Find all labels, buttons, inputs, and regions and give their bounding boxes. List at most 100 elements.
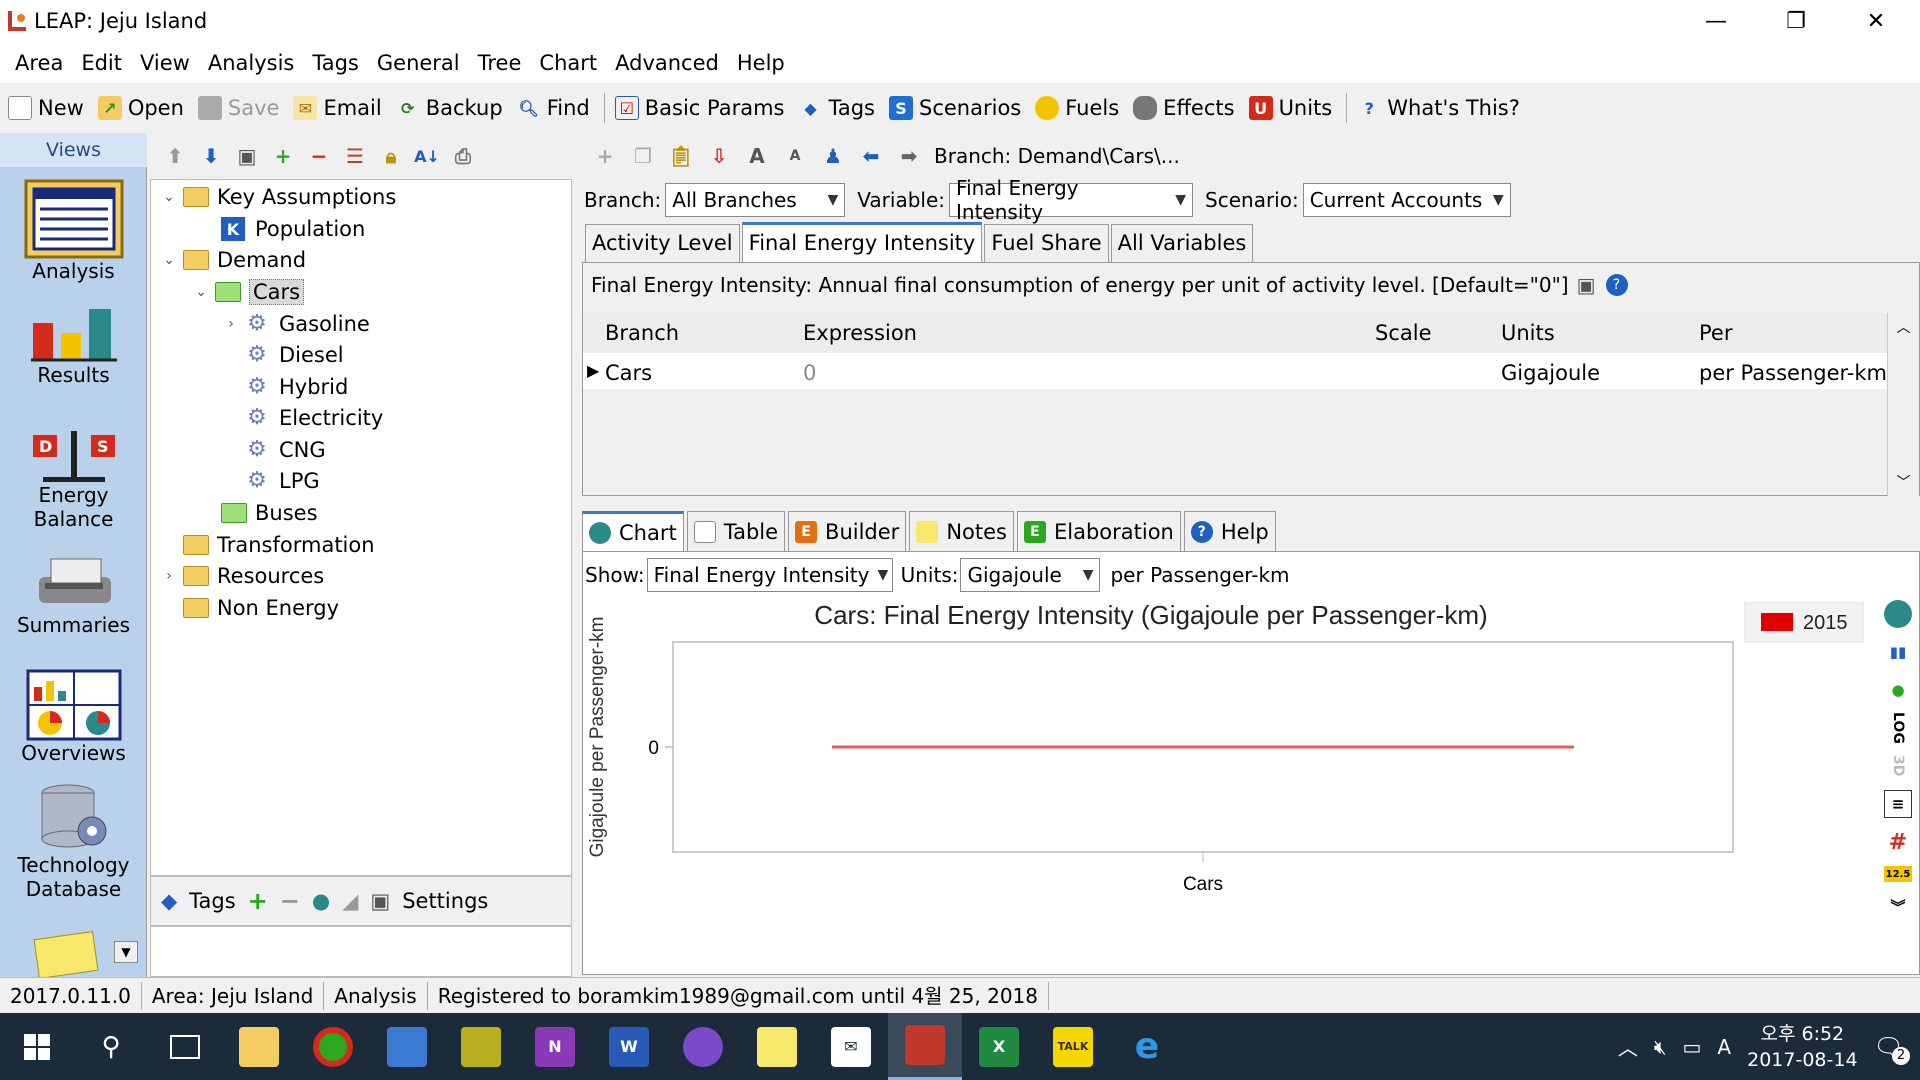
cell-units[interactable]: Gigajoule [1501, 361, 1600, 385]
log-scale-toggle[interactable]: LOG [1884, 712, 1912, 744]
view-energy-balance[interactable]: DS Energy Balance [0, 423, 147, 531]
paste-icon[interactable]: 📋︎ [668, 143, 694, 169]
copy-icon[interactable]: ❐ [630, 143, 656, 169]
pie-chart-icon[interactable] [1884, 600, 1912, 628]
tab-activity-level[interactable]: Activity Level [585, 224, 740, 262]
tree-node-diesel[interactable]: ⚙ Diesel [245, 340, 344, 370]
scenarios-button[interactable]: S Scenarios [889, 96, 1021, 120]
taskbar-file-explorer[interactable] [222, 1013, 296, 1080]
column-header-branch[interactable]: Branch [605, 321, 679, 345]
font-increase-icon[interactable]: A [744, 143, 770, 169]
ime-indicator[interactable]: A [1717, 1035, 1731, 1059]
views-more-button[interactable]: ▼ [114, 941, 138, 963]
menu-analysis[interactable]: Analysis [199, 51, 304, 75]
tab-notes[interactable]: Notes [909, 511, 1014, 551]
tab-help[interactable]: ? Help [1183, 511, 1276, 551]
menu-advanced[interactable]: Advanced [606, 51, 728, 75]
backup-button[interactable]: ⟳ Backup [396, 96, 503, 120]
notes-icon[interactable] [33, 931, 99, 979]
hierarchy-icon[interactable]: ♟ [820, 143, 846, 169]
taskbar-mail[interactable]: ✉ [814, 1013, 888, 1080]
3d-toggle[interactable]: 3D [1884, 752, 1912, 780]
tree-node-cars[interactable]: ⌄ Cars [193, 277, 305, 307]
tree-node-key-assumptions[interactable]: ⌄ Key Assumptions [161, 182, 396, 212]
tab-elaboration[interactable]: E Elaboration [1016, 511, 1181, 551]
tab-builder[interactable]: E Builder [788, 511, 907, 551]
column-header-per[interactable]: Per [1699, 321, 1732, 345]
scroll-up-icon[interactable]: ︿ [1888, 317, 1919, 337]
units-button[interactable]: U Units [1248, 96, 1332, 120]
menu-edit[interactable]: Edit [72, 51, 131, 75]
lock-icon[interactable]: 🔒︎ [378, 143, 404, 169]
tree-node-electricity[interactable]: ⚙ Electricity [245, 403, 383, 433]
taskbar-internet-explorer[interactable]: e [1110, 1013, 1184, 1080]
tree-node-demand[interactable]: ⌄ Demand [161, 245, 306, 275]
menu-view[interactable]: View [131, 51, 199, 75]
minimize-button[interactable]: — [1676, 0, 1756, 43]
tab-all-variables[interactable]: All Variables [1110, 224, 1254, 262]
back-arrow-icon[interactable]: ⬅ [858, 143, 884, 169]
taskbar-computer[interactable] [370, 1013, 444, 1080]
taskbar-kakaotalk[interactable]: TALK [1036, 1013, 1110, 1080]
taskbar-app-purple[interactable] [666, 1013, 740, 1080]
save-button[interactable]: Save [197, 96, 279, 120]
volume-muted-icon[interactable]: 🔇︎ [1654, 1035, 1667, 1059]
forward-arrow-icon[interactable]: ➡ [896, 143, 922, 169]
menu-help[interactable]: Help [728, 51, 794, 75]
tag-colors-icon[interactable]: ● [312, 889, 330, 913]
menu-tree[interactable]: Tree [469, 51, 531, 75]
taskbar-word[interactable]: W [592, 1013, 666, 1080]
settings-button[interactable]: Settings [402, 889, 488, 913]
delete-branch-icon[interactable]: − [306, 143, 332, 169]
view-overviews[interactable]: Overviews [0, 669, 147, 765]
find-button[interactable]: 🔍︎ Find [517, 96, 590, 120]
collapse-chevron-icon[interactable]: ⌄ [161, 189, 177, 205]
tree-outline-icon[interactable]: ☰ [342, 143, 368, 169]
email-button[interactable]: ✉ Email [293, 96, 382, 120]
taskbar-onenote[interactable]: N [518, 1013, 592, 1080]
tray-chevron-up-icon[interactable]: ︿ [1618, 1032, 1638, 1061]
add-tag-icon[interactable]: + [248, 887, 268, 915]
data-labels-toggle[interactable]: 12.5 [1884, 866, 1912, 882]
add-icon[interactable]: + [592, 143, 618, 169]
whats-this-button[interactable]: ? What's This? [1357, 96, 1520, 120]
legend-toggle-icon[interactable]: ≡ [1884, 790, 1912, 818]
tag-clear-icon[interactable]: ◢ [342, 889, 358, 913]
grid-scrollbar[interactable]: ︿ ﹀ [1887, 313, 1919, 496]
view-summaries[interactable]: Summaries [0, 553, 147, 637]
tree-node-gasoline[interactable]: › ⚙ Gasoline [223, 309, 370, 339]
print-icon[interactable]: ⎙ [450, 143, 476, 169]
menu-general[interactable]: General [368, 51, 469, 75]
menu-chart[interactable]: Chart [530, 51, 606, 75]
remove-tag-icon[interactable]: − [280, 887, 300, 915]
tab-table[interactable]: Table [686, 511, 786, 551]
tree-node-lpg[interactable]: ⚙ LPG [245, 466, 320, 496]
expand-chevron-icon[interactable]: › [161, 568, 177, 584]
tags-tab[interactable]: Tags [189, 889, 236, 913]
effects-button[interactable]: Effects [1133, 96, 1235, 120]
help-icon[interactable]: ? [1605, 274, 1628, 296]
variable-dropdown[interactable]: Final Energy Intensity ▼ [949, 176, 1194, 224]
column-header-scale[interactable]: Scale [1375, 321, 1432, 345]
properties-icon[interactable]: ▣ [234, 143, 260, 169]
scenario-dropdown[interactable]: Current Accounts ▼ [1302, 183, 1511, 217]
view-technology-database[interactable]: Technology Database [0, 783, 147, 901]
more-chevron-icon[interactable]: ︾ [1884, 892, 1912, 920]
tree-node-cng[interactable]: ⚙ CNG [245, 435, 326, 465]
branch-dropdown[interactable]: All Branches ▼ [665, 183, 846, 217]
search-button[interactable]: ⚲ [74, 1013, 148, 1080]
task-view-button[interactable] [148, 1013, 222, 1080]
start-button[interactable] [0, 1013, 74, 1080]
tree-node-resources[interactable]: › Resources [161, 561, 324, 591]
column-header-expression[interactable]: Expression [803, 321, 917, 345]
tree-node-transformation[interactable]: Transformation [183, 530, 375, 560]
collapse-chevron-icon[interactable]: ⌄ [193, 284, 209, 300]
scroll-down-icon[interactable]: ﹀ [1888, 472, 1919, 492]
tree-node-non-energy[interactable]: Non Energy [183, 593, 339, 623]
taskbar-excel[interactable]: X [962, 1013, 1036, 1080]
cell-expression[interactable]: 0 [803, 361, 816, 385]
units-dropdown[interactable]: Gigajoule ▼ [960, 558, 1101, 592]
close-button[interactable]: ✕ [1836, 0, 1916, 43]
grid-toggle-icon[interactable]: # [1884, 828, 1912, 856]
battery-icon[interactable]: ▭ [1683, 1035, 1702, 1059]
